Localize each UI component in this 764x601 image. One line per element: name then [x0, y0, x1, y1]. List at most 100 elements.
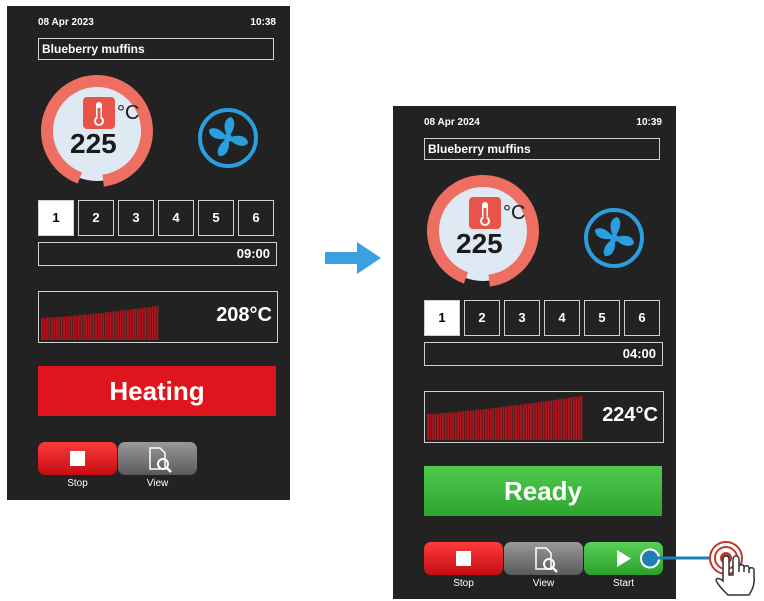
- step-button-5[interactable]: 5: [584, 300, 620, 336]
- step-button-3[interactable]: 3: [118, 200, 154, 236]
- graph-bar: [80, 315, 83, 340]
- graph-bar: [454, 412, 457, 440]
- graph-bar: [41, 318, 43, 340]
- step-button-4[interactable]: 4: [158, 200, 194, 236]
- temperature-graph: 208°C: [38, 291, 278, 343]
- temperature-dial[interactable]: °C 225: [426, 174, 540, 288]
- graph-bar: [139, 308, 142, 340]
- graph-bar: [60, 316, 63, 340]
- start-label: Start: [612, 578, 635, 589]
- graph-bar: [507, 406, 510, 440]
- recipe-name-field[interactable]: Blueberry muffins: [424, 138, 660, 160]
- graph-bar: [567, 397, 570, 440]
- time-label: 10:39: [636, 117, 662, 128]
- graph-bar: [532, 402, 535, 440]
- timer-display[interactable]: 04:00: [424, 342, 663, 366]
- date-label: 08 Apr 2024: [424, 117, 480, 128]
- graph-bar: [484, 408, 487, 440]
- current-temperature: 224°C: [602, 404, 658, 426]
- arrow-right-icon: [325, 240, 381, 276]
- graph-bar: [117, 311, 120, 340]
- graph-bar: [492, 408, 495, 440]
- graph-bar: [68, 316, 70, 340]
- graph-bar: [537, 402, 540, 440]
- graph-bar: [577, 396, 580, 440]
- graph-bar: [515, 405, 517, 440]
- fan-icon[interactable]: [197, 107, 259, 169]
- step-button-4[interactable]: 4: [544, 300, 580, 336]
- view-label: View: [532, 578, 555, 589]
- step-button-6[interactable]: 6: [624, 300, 660, 336]
- graph-bar: [102, 312, 105, 340]
- timer-display[interactable]: 09:00: [38, 242, 277, 266]
- stop-icon: [456, 551, 471, 566]
- thermometer-icon: [469, 197, 501, 229]
- graph-bar: [72, 315, 75, 340]
- graph-bar: [550, 400, 553, 440]
- view-button[interactable]: [504, 542, 583, 575]
- step-button-3[interactable]: 3: [504, 300, 540, 336]
- graph-bar: [134, 308, 137, 340]
- temperature-unit: °C: [503, 202, 526, 224]
- graph-bar: [85, 314, 88, 340]
- view-label: View: [146, 478, 169, 489]
- graph-bar: [141, 307, 144, 340]
- graph-bar: [119, 310, 122, 340]
- graph-bar: [522, 404, 525, 440]
- graph-bar: [63, 316, 65, 340]
- graph-bar: [70, 315, 73, 340]
- graph-bar: [505, 406, 507, 440]
- graph-bar: [104, 312, 107, 340]
- stop-button[interactable]: [424, 542, 503, 575]
- temperature-dial[interactable]: °C 225: [40, 74, 154, 188]
- graph-bar: [510, 405, 512, 440]
- graph-bar: [540, 401, 543, 440]
- graph-bar: [107, 312, 110, 340]
- step-button-5[interactable]: 5: [198, 200, 234, 236]
- stop-label: Stop: [67, 478, 88, 489]
- graph-bar: [542, 401, 545, 440]
- recipe-name-field[interactable]: Blueberry muffins: [38, 38, 274, 60]
- view-button[interactable]: [118, 442, 197, 475]
- graph-bar: [527, 403, 530, 440]
- graph-bar: [557, 399, 560, 440]
- graph-bar: [429, 413, 432, 440]
- graph-bar: [53, 317, 56, 340]
- temperature-graph-bars: [41, 306, 159, 340]
- graph-bar: [517, 404, 520, 440]
- graph-bar: [555, 399, 558, 440]
- stop-button[interactable]: [38, 442, 117, 475]
- graph-bar: [449, 412, 452, 440]
- graph-bar: [560, 399, 563, 440]
- graph-bar: [129, 309, 132, 340]
- graph-bar: [530, 403, 533, 440]
- graph-bar: [112, 311, 115, 340]
- graph-bar: [487, 408, 490, 440]
- graph-bar: [479, 409, 482, 440]
- step-button-2[interactable]: 2: [78, 200, 114, 236]
- graph-bar: [575, 396, 578, 440]
- fan-icon[interactable]: [583, 207, 645, 269]
- graph-bar: [65, 316, 68, 340]
- step-button-1[interactable]: 1: [424, 300, 460, 336]
- stop-label: Stop: [453, 578, 474, 589]
- step-button-2[interactable]: 2: [464, 300, 500, 336]
- step-selector: 1 2 3 4 5 6: [424, 300, 664, 336]
- temperature-graph-bars: [427, 396, 583, 440]
- step-button-1[interactable]: 1: [38, 200, 74, 236]
- graph-bar: [447, 412, 450, 440]
- start-button[interactable]: [584, 542, 663, 575]
- graph-bar: [149, 306, 152, 340]
- graph-bar: [482, 409, 485, 440]
- set-temperature: 225: [70, 128, 117, 159]
- graph-bar: [90, 314, 93, 340]
- oven-screen-heating: 08 Apr 2023 10:38 Blueberry muffins °C 2…: [7, 6, 290, 500]
- graph-bar: [452, 412, 455, 440]
- graph-bar: [55, 317, 58, 340]
- oven-screen-ready: 08 Apr 2024 10:39 Blueberry muffins °C 2…: [393, 106, 676, 599]
- graph-bar: [136, 308, 139, 340]
- graph-bar: [459, 411, 462, 440]
- step-button-6[interactable]: 6: [238, 200, 274, 236]
- graph-bar: [512, 405, 515, 440]
- graph-bar: [127, 309, 129, 340]
